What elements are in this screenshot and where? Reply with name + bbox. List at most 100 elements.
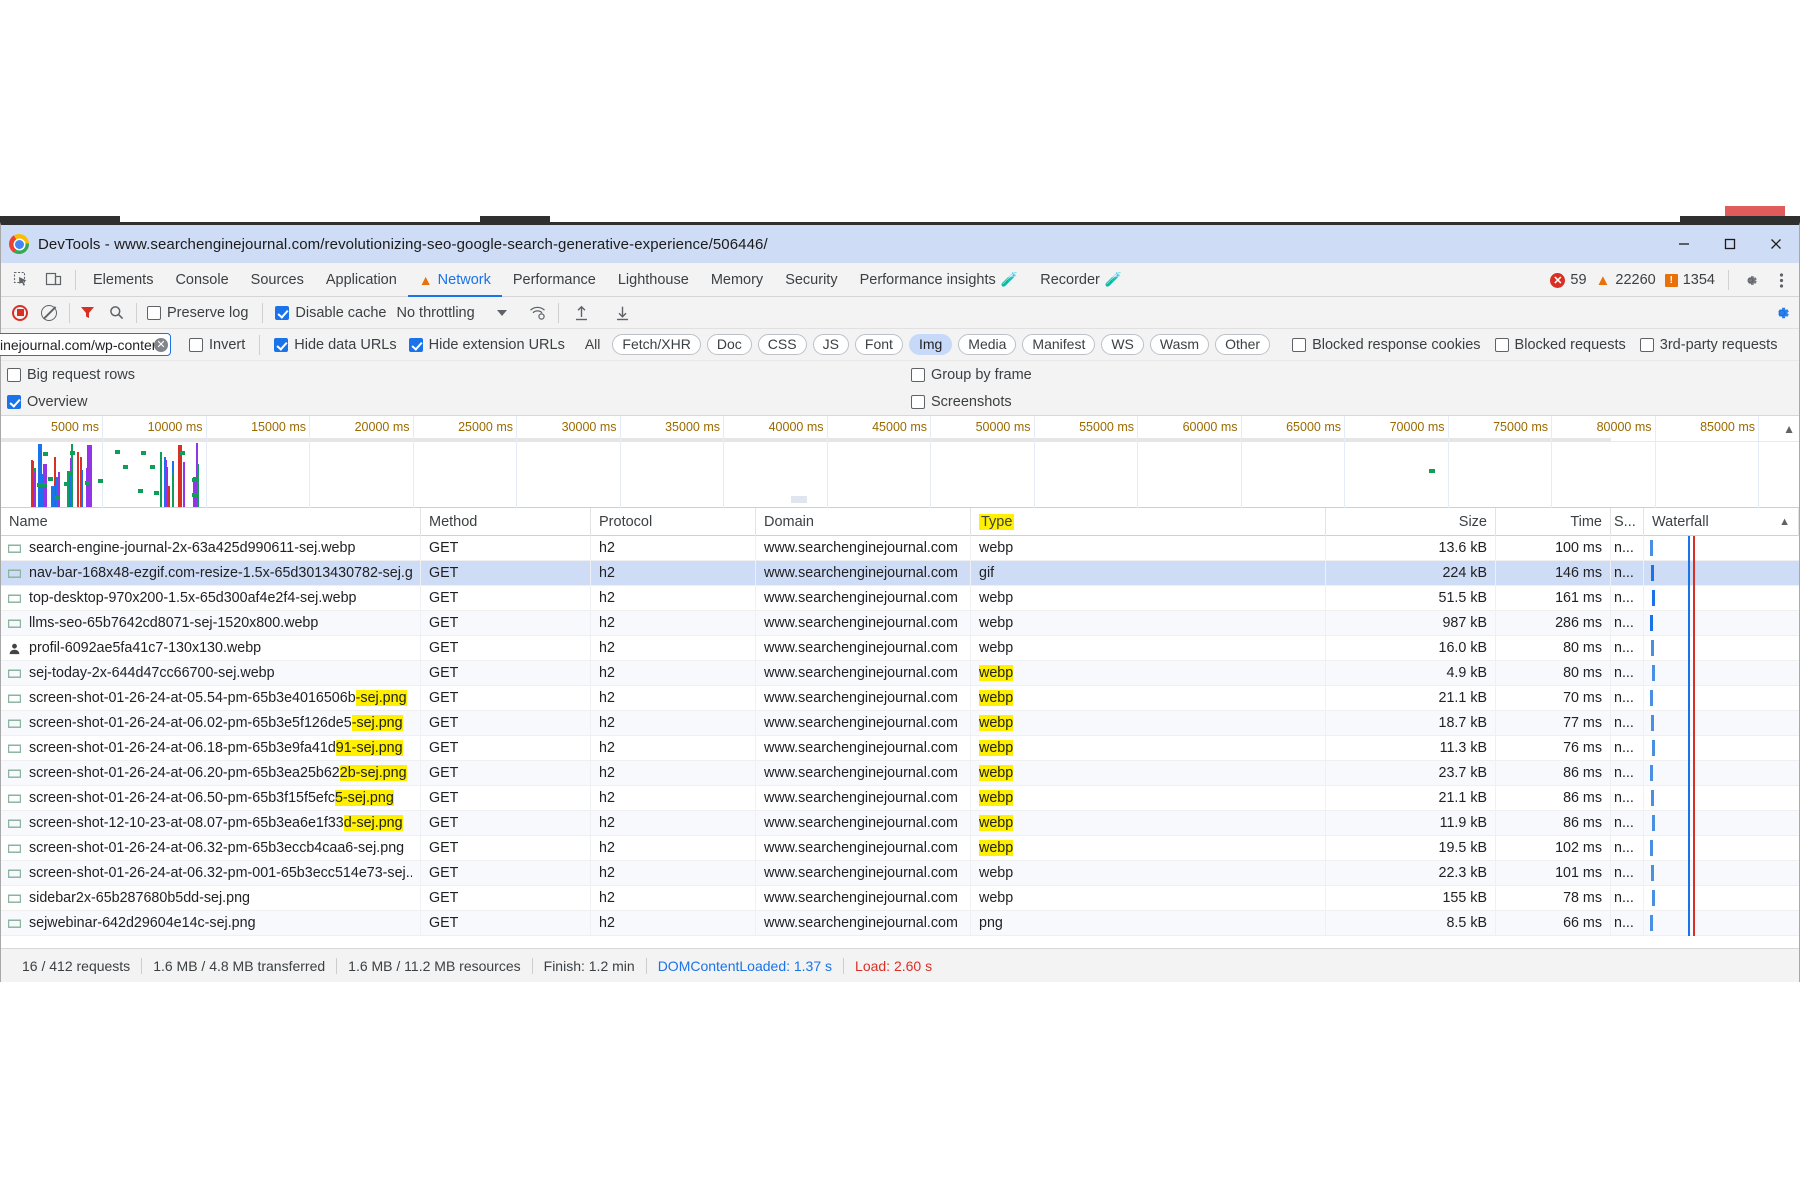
chip-doc[interactable]: Doc	[707, 334, 752, 355]
screenshots-checkbox[interactable]: Screenshots	[911, 394, 1012, 410]
highlighted-text: -sej.png	[352, 715, 403, 731]
table-row[interactable]: nav-bar-168x48-ezgif.com-resize-1.5x-65d…	[1, 561, 1799, 586]
throttling-dropdown[interactable]: No throttling	[396, 305, 506, 321]
cell-time: 286 ms	[1496, 611, 1611, 636]
table-row[interactable]: screen-shot-12-10-23-at-08.07-pm-65b3ea6…	[1, 811, 1799, 836]
tab-lighthouse[interactable]: Lighthouse	[607, 263, 700, 297]
table-row[interactable]: screen-shot-01-26-24-at-06.18-pm-65b3e9f…	[1, 736, 1799, 761]
column-header-size[interactable]: Size	[1326, 508, 1496, 536]
cell-domain-value: www.searchenginejournal.com	[764, 915, 958, 931]
chip-fetch-xhr[interactable]: Fetch/XHR	[612, 334, 700, 355]
gear-icon[interactable]	[1736, 266, 1764, 294]
table-row[interactable]: sej-today-2x-644d47cc66700-sej.webp GET h2…	[1, 661, 1799, 686]
warning-counter[interactable]: ▲ 22260	[1596, 272, 1656, 288]
download-har-icon[interactable]	[610, 300, 636, 326]
tab-elements[interactable]: Elements	[82, 263, 164, 297]
waterfall-bar	[1651, 640, 1654, 656]
column-header-protocol[interactable]: Protocol	[591, 508, 756, 536]
search-icon[interactable]	[103, 300, 129, 326]
error-counter[interactable]: ✕ 59	[1550, 272, 1586, 288]
table-row[interactable]: screen-shot-01-26-24-at-05.54-pm-65b3e40…	[1, 686, 1799, 711]
cell-time-value: 100 ms	[1555, 540, 1602, 556]
column-header-method[interactable]: Method	[421, 508, 591, 536]
maximize-icon[interactable]	[1707, 225, 1753, 263]
network-settings-gear-icon[interactable]	[1773, 304, 1791, 322]
column-header-time[interactable]: Time	[1496, 508, 1611, 536]
minimize-icon[interactable]	[1661, 225, 1707, 263]
preserve-log-checkbox[interactable]: Preserve log	[147, 305, 248, 321]
record-stop-icon[interactable]	[7, 300, 33, 326]
table-row[interactable]: screen-shot-01-26-24-at-06.32-pm-65b3ecc…	[1, 836, 1799, 861]
hide-data-urls-checkbox[interactable]: Hide data URLs	[274, 337, 396, 353]
overview-activity-bar	[172, 473, 174, 507]
cell-type-value: webp	[979, 790, 1013, 806]
tab-application[interactable]: Application	[315, 263, 408, 297]
waterfall-bar	[1650, 615, 1653, 631]
table-row[interactable]: screen-shot-01-26-24-at-06.20-pm-65b3ea2…	[1, 761, 1799, 786]
chip-wasm[interactable]: Wasm	[1150, 334, 1209, 355]
chip-all[interactable]: All	[579, 335, 607, 354]
group-by-frame-checkbox[interactable]: Group by frame	[911, 367, 1032, 383]
table-row[interactable]: sejwebinar-642d29604e14c-sej.png GET h2 www…	[1, 911, 1799, 936]
device-toolbar-icon[interactable]	[39, 266, 67, 294]
chip-font[interactable]: Font	[855, 334, 903, 355]
tab-console[interactable]: Console	[164, 263, 239, 297]
search-input[interactable]: inejournal.com/wp-content ✕	[0, 333, 171, 356]
overview-checkbox[interactable]: Overview	[7, 394, 87, 410]
table-row[interactable]: search-engine-journal-2x-63a425d990611-s…	[1, 536, 1799, 561]
tab-memory[interactable]: Memory	[700, 263, 774, 297]
upload-har-icon[interactable]	[569, 300, 595, 326]
blocked-response-cookies-checkbox[interactable]: Blocked response cookies	[1292, 337, 1480, 353]
cell-protocol: h2	[591, 736, 756, 761]
chip-media[interactable]: Media	[958, 334, 1016, 355]
tab-security[interactable]: Security	[774, 263, 848, 297]
column-header-name[interactable]: Name	[1, 508, 421, 536]
cell-domain-value: www.searchenginejournal.com	[764, 890, 958, 906]
blocked-requests-checkbox[interactable]: Blocked requests	[1495, 337, 1626, 353]
cell-size-value: 224 kB	[1442, 565, 1487, 581]
chip-ws[interactable]: WS	[1101, 334, 1144, 355]
tab-performance-insights[interactable]: Performance insights 🧪	[849, 263, 1030, 297]
column-header-waterfall[interactable]: Waterfall ▲	[1644, 508, 1799, 536]
table-row[interactable]: screen-shot-01-26-24-at-06.50-pm-65b3f15…	[1, 786, 1799, 811]
tab-recorder[interactable]: Recorder 🧪	[1029, 263, 1133, 297]
kebab-menu-icon[interactable]	[1767, 266, 1795, 294]
chip-js[interactable]: JS	[813, 334, 849, 355]
cell-status: n...	[1611, 761, 1644, 786]
wifi-settings-icon[interactable]	[525, 300, 551, 326]
toolbar-divider	[558, 303, 559, 323]
network-overview-timeline[interactable]: 5000 ms 10000 ms 15000 ms 20000 ms 25000 ms 3…	[1, 416, 1799, 508]
table-row[interactable]: sidebar2x-65b287680b5dd-sej.png GET h2 www.…	[1, 886, 1799, 911]
hide-extension-urls-checkbox[interactable]: Hide extension URLs	[409, 337, 565, 353]
inspect-element-icon[interactable]	[7, 266, 35, 294]
tab-network[interactable]: ▲ Network	[408, 263, 502, 297]
column-header-status[interactable]: S...	[1611, 508, 1644, 536]
clear-network-log-icon[interactable]	[36, 300, 62, 326]
funnel-filter-icon[interactable]	[74, 300, 100, 326]
third-party-requests-checkbox[interactable]: 3rd-party requests	[1640, 337, 1778, 353]
issue-counter[interactable]: ! 1354	[1665, 272, 1715, 288]
chip-css[interactable]: CSS	[758, 334, 807, 355]
column-header-type[interactable]: Type	[971, 508, 1326, 536]
overview-bars	[1, 442, 1799, 507]
chip-img[interactable]: Img	[909, 334, 952, 355]
disable-cache-checkbox[interactable]: Disable cache	[275, 305, 386, 321]
tab-sources[interactable]: Sources	[240, 263, 315, 297]
cell-method-value: GET	[429, 665, 458, 681]
column-header-domain[interactable]: Domain	[756, 508, 971, 536]
chip-manifest[interactable]: Manifest	[1022, 334, 1095, 355]
clear-input-icon[interactable]: ✕	[154, 338, 168, 352]
cell-type: webp	[971, 761, 1326, 786]
cell-size-value: 21.1 kB	[1439, 790, 1487, 806]
invert-checkbox[interactable]: Invert	[189, 337, 245, 353]
table-row[interactable]: screen-shot-01-26-24-at-06.32-pm-001-65b…	[1, 861, 1799, 886]
table-row[interactable]: llms-seo-65b7642cd8071-sej-1520x800.webp…	[1, 611, 1799, 636]
close-icon[interactable]	[1753, 225, 1799, 263]
tab-performance[interactable]: Performance	[502, 263, 607, 297]
table-row[interactable]: profil-6092ae5fa41c7-130x130.webp GET h2 ww…	[1, 636, 1799, 661]
filter-row: inejournal.com/wp-content ✕ Invert Hide …	[1, 329, 1799, 361]
table-row[interactable]: screen-shot-01-26-24-at-06.02-pm-65b3e5f…	[1, 711, 1799, 736]
table-row[interactable]: top-desktop-970x200-1.5x-65d300af4e2f4-s…	[1, 586, 1799, 611]
chip-other[interactable]: Other	[1215, 334, 1270, 355]
big-request-rows-checkbox[interactable]: Big request rows	[7, 367, 135, 383]
